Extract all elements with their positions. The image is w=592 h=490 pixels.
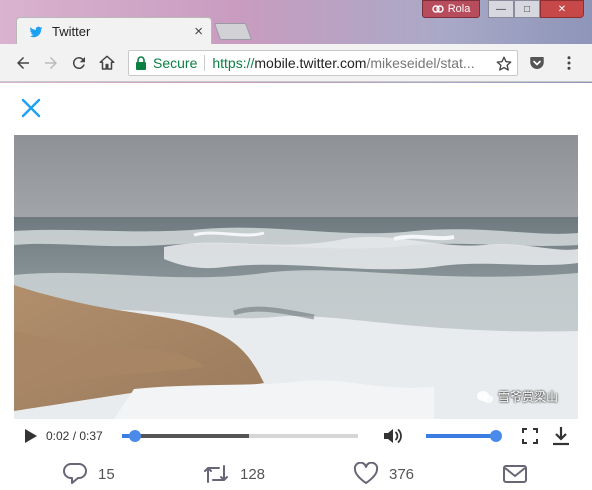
pocket-button[interactable] [526, 52, 548, 74]
arrow-left-icon [17, 57, 29, 69]
profile-icon [431, 5, 444, 13]
play-icon[interactable] [24, 428, 38, 444]
reload-button[interactable] [68, 52, 90, 74]
reply-button[interactable]: 15 [62, 459, 115, 489]
star-icon[interactable] [495, 55, 513, 73]
like-button[interactable]: 376 [353, 459, 414, 489]
retweet-button[interactable]: 128 [202, 459, 265, 489]
time-separator: / [69, 429, 80, 443]
duration: 0:37 [79, 429, 103, 443]
retweet-count: 128 [240, 465, 266, 483]
current-time: 0:02 [46, 429, 70, 443]
seek-thumb[interactable] [128, 430, 141, 442]
page-content: 0:02 / 0:37 15 128 376 [0, 83, 592, 490]
direct-message-button[interactable] [502, 459, 528, 489]
reply-count: 15 [98, 465, 115, 483]
volume-thumb[interactable] [490, 430, 502, 442]
profile-button[interactable]: Rola [422, 0, 480, 18]
seek-buffered [122, 434, 250, 438]
video-frame-beach [14, 135, 578, 419]
reply-icon [63, 463, 87, 484]
window-close-button[interactable]: ✕ [540, 0, 584, 18]
like-count: 376 [389, 465, 415, 483]
twitter-bird-icon [29, 25, 43, 39]
video-player[interactable] [14, 135, 578, 419]
wechat-icon [477, 390, 493, 403]
watermark: 雪爷赏梁山 [476, 388, 558, 405]
close-icon [21, 98, 41, 118]
browser-titlebar: Twitter × Rola — □ ✕ [0, 0, 592, 45]
url-path: /mikeseidel/stat... [366, 55, 475, 71]
url-host: mobile.twitter.com [254, 55, 367, 71]
security-label: Secure [153, 55, 198, 71]
arrow-right-icon [45, 57, 57, 69]
pocket-icon [530, 57, 544, 69]
download-icon[interactable] [552, 426, 570, 446]
time-display: 0:02 / 0:37 [46, 429, 103, 443]
browser-tab-twitter[interactable]: Twitter × [16, 17, 212, 45]
volume-level [426, 434, 496, 438]
url-separator [204, 55, 206, 71]
maximize-button[interactable]: □ [514, 0, 540, 18]
reload-icon [72, 57, 85, 70]
home-button[interactable] [96, 52, 118, 74]
url-scheme: https:// [212, 55, 255, 71]
address-bar[interactable]: Secure https://mobile.twitter.com/mikese… [128, 50, 518, 76]
minimize-button[interactable]: — [488, 0, 514, 18]
forward-button[interactable] [40, 52, 62, 74]
profile-name: Rola [447, 3, 471, 15]
watermark-text: 雪爷赏梁山 [498, 390, 559, 404]
kebab-menu-icon [567, 56, 571, 70]
envelope-icon [503, 465, 527, 483]
volume-icon[interactable] [382, 426, 404, 446]
url-text: https://mobile.twitter.com/mikeseidel/st… [212, 55, 474, 71]
tweet-actions: 15 128 376 [0, 459, 592, 490]
back-button[interactable] [12, 52, 34, 74]
tab-title: Twitter [52, 24, 91, 39]
menu-button[interactable] [558, 52, 580, 74]
lock-icon [135, 56, 147, 70]
retweet-icon [204, 465, 228, 483]
fullscreen-icon[interactable] [522, 428, 538, 444]
video-controls: 0:02 / 0:37 [14, 419, 578, 453]
browser-toolbar: Secure https://mobile.twitter.com/mikese… [0, 44, 592, 82]
home-icon [99, 55, 115, 70]
close-media-button[interactable] [18, 95, 44, 121]
volume-slider[interactable] [426, 430, 502, 442]
tab-close-icon[interactable]: × [194, 24, 203, 39]
new-tab-button[interactable] [213, 23, 253, 40]
seek-bar[interactable] [122, 430, 358, 442]
heart-icon [353, 462, 379, 484]
